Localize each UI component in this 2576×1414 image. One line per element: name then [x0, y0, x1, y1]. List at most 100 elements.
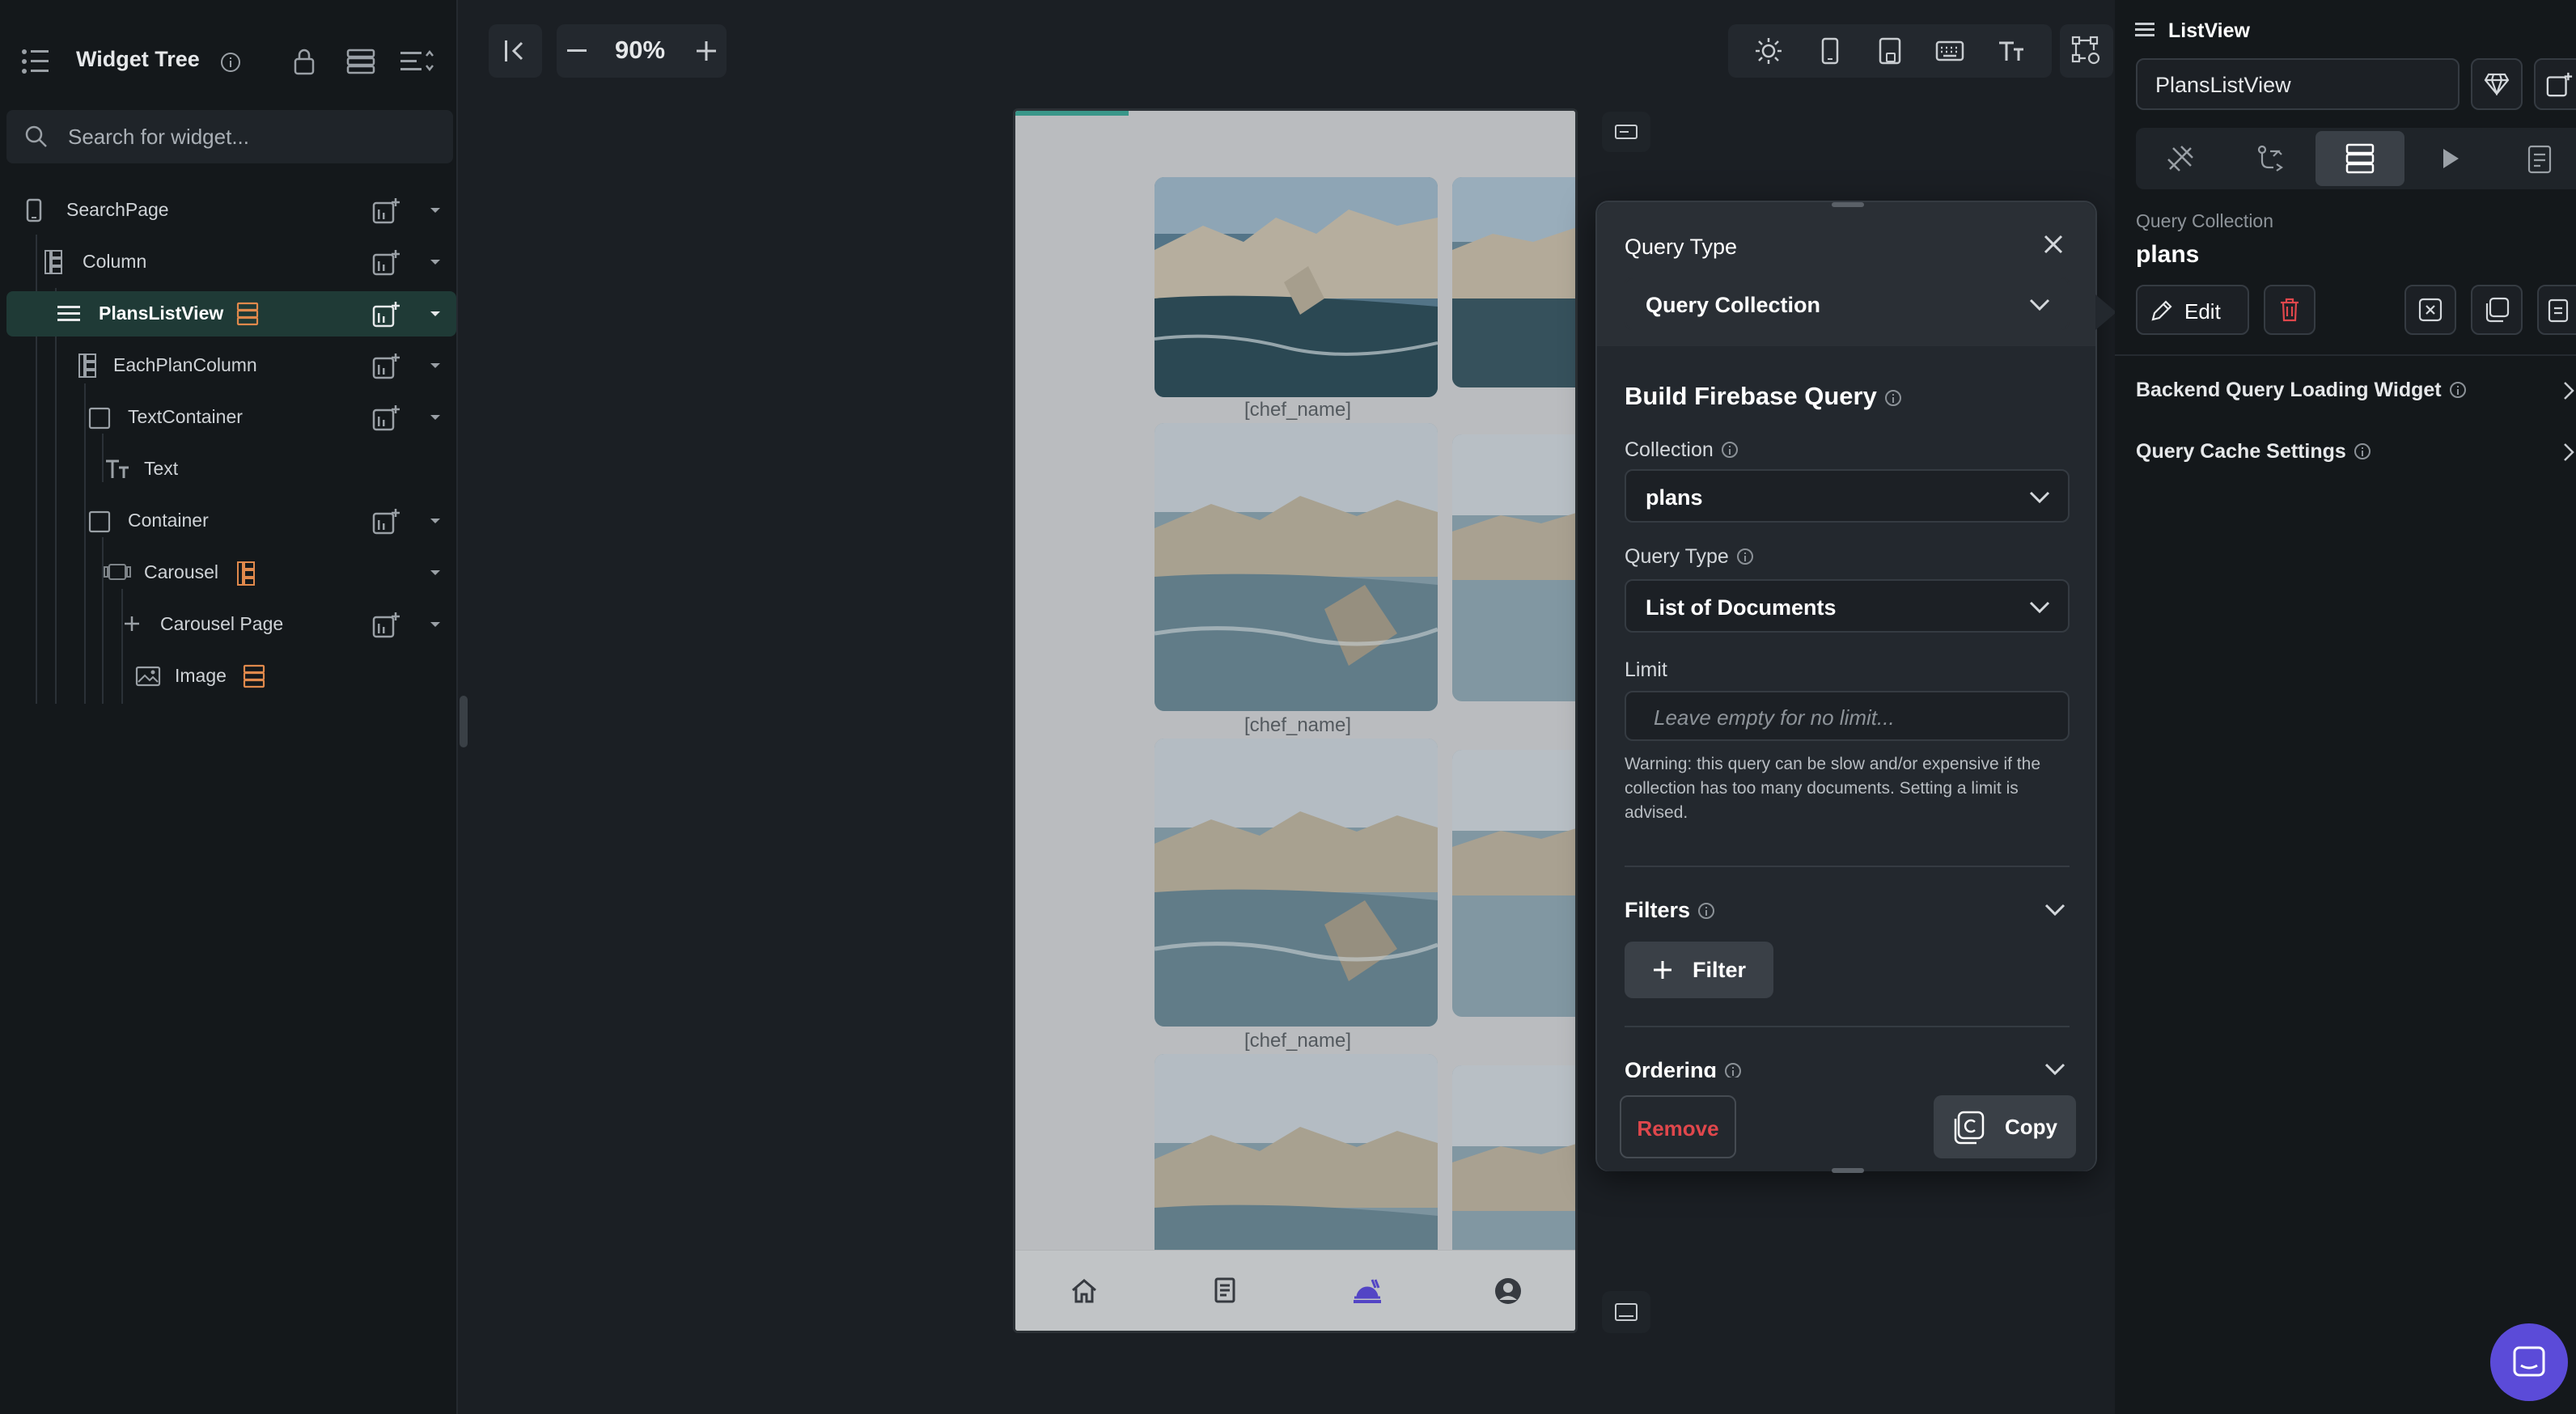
tree-item-planslistview[interactable]: PlansListView — [6, 291, 456, 337]
home-icon[interactable] — [1056, 1273, 1112, 1309]
chef-dining-icon[interactable] — [1339, 1272, 1396, 1310]
plus-icon — [121, 613, 142, 634]
canvas-toggle-button[interactable] — [1602, 112, 1650, 152]
copy-button[interactable]: Copy — [1934, 1095, 2076, 1158]
chevron-down-icon[interactable] — [426, 354, 445, 377]
query-type-dropdown[interactable]: Query Collection — [1625, 277, 2070, 330]
add-widget-button[interactable] — [2534, 58, 2576, 110]
plan-image-next[interactable] — [1452, 750, 1575, 1017]
chevron-down-icon[interactable] — [426, 510, 445, 532]
add-widget-icon[interactable] — [371, 403, 403, 432]
remove-button[interactable]: Remove — [1620, 1095, 1736, 1158]
tree-item-carousel[interactable]: Carousel — [6, 550, 456, 595]
plan-image[interactable] — [1155, 423, 1438, 711]
chevron-down-icon[interactable] — [426, 561, 445, 584]
chevron-down-icon[interactable] — [2040, 1060, 2070, 1079]
backend-loading-label: Backend Query Loading Widget — [2136, 379, 2466, 402]
add-widget-icon[interactable] — [371, 610, 403, 639]
mobile-device-icon[interactable] — [1806, 24, 1854, 78]
chevron-down-icon[interactable] — [426, 303, 445, 325]
zoom-level[interactable]: 90% — [615, 36, 665, 65]
query-type-list-label-text: Query Type — [1625, 545, 1729, 568]
add-widget-icon[interactable] — [371, 299, 403, 328]
collapse-panel-button[interactable] — [489, 24, 542, 78]
receipt-icon[interactable] — [1197, 1273, 1253, 1309]
zoom-out-icon[interactable] — [557, 24, 597, 78]
tree-item-container[interactable]: Container — [6, 498, 456, 544]
info-icon[interactable] — [1721, 442, 1738, 458]
add-filter-button[interactable]: Filter — [1625, 942, 1773, 998]
info-icon[interactable] — [1884, 390, 1901, 406]
backend-query-icon[interactable] — [235, 301, 261, 327]
backend-query-loading-widget-row[interactable]: Backend Query Loading Widget — [2136, 377, 2576, 409]
drag-handle[interactable] — [1832, 1168, 1864, 1173]
chevron-down-icon[interactable] — [426, 406, 445, 429]
plan-image[interactable] — [1155, 739, 1438, 1027]
add-widget-icon[interactable] — [371, 196, 403, 225]
close-icon[interactable] — [2037, 228, 2070, 260]
delete-query-button[interactable] — [2264, 285, 2315, 335]
query-list-type-dropdown[interactable]: List of Documents — [1625, 579, 2070, 633]
tab-properties[interactable] — [2136, 128, 2225, 189]
tree-item-image[interactable]: Image — [6, 654, 456, 699]
variables-button[interactable] — [2404, 285, 2456, 335]
plan-list-item[interactable]: [chef_name] — [1015, 739, 1575, 1054]
phone-app-bar — [1015, 111, 1575, 177]
plan-image[interactable] — [1155, 177, 1438, 397]
sun-icon[interactable] — [1744, 24, 1793, 78]
chevron-down-icon[interactable] — [2040, 898, 2070, 922]
widget-name-input[interactable]: PlansListView — [2136, 58, 2459, 110]
backend-query-icon[interactable] — [241, 663, 267, 689]
sort-options-icon[interactable] — [398, 45, 437, 78]
edit-query-button[interactable]: Edit — [2136, 285, 2249, 335]
info-icon[interactable] — [218, 50, 243, 74]
collection-value: plans — [1646, 485, 1703, 510]
info-icon[interactable] — [1698, 903, 1715, 919]
tree-item-column[interactable]: Column — [6, 239, 456, 285]
chevron-down-icon[interactable] — [426, 613, 445, 636]
tree-item-carousel-page[interactable]: Carousel Page — [6, 602, 456, 647]
keyboard-icon[interactable] — [1926, 24, 1974, 78]
support-chat-button[interactable] — [2490, 1323, 2568, 1401]
panel-resize-handle[interactable] — [460, 696, 468, 747]
info-icon[interactable] — [1736, 548, 1753, 565]
plan-image-next[interactable] — [1452, 177, 1575, 387]
chevron-down-icon[interactable] — [426, 251, 445, 273]
tab-backend-query[interactable] — [2315, 131, 2404, 186]
tree-item-eachplancolumn[interactable]: EachPlanColumn — [6, 343, 456, 388]
copy-query-button[interactable] — [2471, 285, 2523, 335]
tab-actions[interactable] — [2226, 128, 2315, 189]
add-widget-icon[interactable] — [371, 506, 403, 536]
info-icon[interactable] — [2354, 443, 2371, 459]
lock-icon[interactable] — [290, 45, 319, 78]
chevron-down-icon[interactable] — [426, 199, 445, 222]
plan-list-item[interactable]: [chef_name] — [1015, 423, 1575, 739]
add-widget-icon[interactable] — [371, 351, 403, 380]
drag-handle[interactable] — [1832, 202, 1864, 207]
generate-children-icon[interactable] — [235, 560, 257, 587]
info-icon[interactable] — [2449, 382, 2466, 398]
add-widget-icon[interactable] — [371, 248, 403, 277]
query-cache-settings-row[interactable]: Query Cache Settings — [2136, 438, 2576, 471]
text-scale-icon[interactable] — [1987, 24, 2036, 78]
zoom-in-icon[interactable] — [686, 24, 727, 78]
plan-image-next[interactable] — [1452, 434, 1575, 701]
tablet-device-icon[interactable] — [1866, 24, 1914, 78]
collection-dropdown[interactable]: plans — [1625, 469, 2070, 523]
diamond-button[interactable] — [2471, 58, 2523, 110]
tab-animation[interactable] — [2406, 128, 2495, 189]
widget-search-input[interactable]: Search for widget... — [6, 110, 453, 163]
database-icon[interactable] — [343, 45, 379, 78]
tree-item-text[interactable]: Text — [6, 447, 456, 492]
tree-item-searchpage[interactable]: SearchPage — [6, 188, 456, 233]
tree-item-textcontainer[interactable]: TextContainer — [6, 395, 456, 440]
variable-icon — [2406, 286, 2455, 333]
paste-query-button[interactable] — [2537, 285, 2576, 335]
inspect-mode-button[interactable] — [2060, 24, 2113, 78]
canvas-keyboard-button[interactable] — [1602, 1291, 1650, 1333]
tab-documentation[interactable] — [2495, 128, 2576, 189]
info-icon[interactable] — [1725, 1063, 1742, 1077]
limit-input[interactable]: Leave empty for no limit... — [1625, 691, 2070, 741]
tree-list-icon[interactable] — [19, 45, 52, 78]
account-icon[interactable] — [1480, 1272, 1536, 1310]
